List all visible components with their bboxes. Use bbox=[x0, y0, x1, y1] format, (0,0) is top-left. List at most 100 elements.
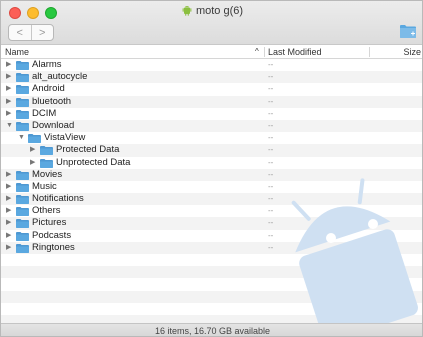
disclosure-closed-icon[interactable]: ▶ bbox=[6, 217, 11, 229]
last-modified-value: -- bbox=[268, 108, 274, 118]
file-name: Android bbox=[32, 83, 65, 95]
folder-icon bbox=[28, 134, 41, 144]
last-modified-column-header[interactable]: Last Modified bbox=[268, 47, 322, 57]
last-modified-value: -- bbox=[268, 157, 274, 167]
window-title: moto g(6) bbox=[195, 5, 244, 17]
folder-icon bbox=[16, 85, 29, 95]
new-folder-icon[interactable] bbox=[400, 24, 416, 38]
last-modified-value: -- bbox=[268, 194, 274, 204]
file-row[interactable]: ▶ Protected Data -- bbox=[1, 144, 422, 157]
empty-row bbox=[1, 290, 422, 303]
empty-row bbox=[1, 278, 422, 290]
column-divider bbox=[369, 47, 370, 57]
file-name: Others bbox=[32, 205, 61, 217]
last-modified-value: -- bbox=[268, 84, 274, 94]
file-row[interactable]: ▶ Android -- bbox=[1, 83, 422, 95]
folder-icon bbox=[16, 195, 29, 205]
file-row[interactable]: ▶ DCIM -- bbox=[1, 107, 422, 120]
folder-icon bbox=[16, 182, 29, 192]
file-name: Music bbox=[32, 180, 57, 192]
disclosure-closed-icon[interactable]: ▶ bbox=[6, 230, 11, 242]
disclosure-closed-icon[interactable]: ▶ bbox=[6, 181, 11, 193]
file-row[interactable]: ▶ Music -- bbox=[1, 180, 422, 193]
back-button[interactable]: < bbox=[9, 25, 31, 40]
folder-icon bbox=[16, 219, 29, 229]
file-row[interactable]: ▶ Ringtones -- bbox=[1, 241, 422, 254]
last-modified-value: -- bbox=[268, 145, 274, 155]
file-row[interactable]: ▶ Movies -- bbox=[1, 168, 422, 181]
window-title-group: moto g(6) bbox=[1, 5, 422, 19]
file-name: Notifications bbox=[32, 193, 84, 205]
file-list: ▶ Alarms -- ▶ alt_autocycle -- ▶ Android -- ▶ blue… bbox=[1, 59, 422, 328]
folder-icon bbox=[16, 61, 29, 70]
folder-icon bbox=[40, 158, 53, 168]
file-name: Ringtones bbox=[32, 241, 75, 253]
file-name: VistaView bbox=[44, 132, 86, 144]
last-modified-value: -- bbox=[268, 181, 274, 191]
disclosure-closed-icon[interactable]: ▶ bbox=[6, 242, 11, 254]
folder-icon bbox=[16, 243, 29, 253]
column-header: Name ^ Last Modified Size bbox=[1, 45, 422, 59]
last-modified-value: -- bbox=[268, 72, 274, 82]
sort-ascending-icon[interactable]: ^ bbox=[255, 47, 259, 56]
disclosure-closed-icon[interactable]: ▶ bbox=[30, 157, 35, 169]
file-name: Pictures bbox=[32, 217, 67, 229]
file-row[interactable]: ▶ Notifications -- bbox=[1, 193, 422, 206]
file-browser-window: moto g(6) < > Name ^ Last Modified Size … bbox=[0, 0, 423, 337]
disclosure-closed-icon[interactable]: ▶ bbox=[30, 144, 35, 156]
disclosure-closed-icon[interactable]: ▶ bbox=[6, 83, 11, 95]
android-icon bbox=[182, 5, 192, 19]
disclosure-closed-icon[interactable]: ▶ bbox=[6, 59, 11, 71]
file-name: Movies bbox=[32, 168, 63, 180]
last-modified-value: -- bbox=[268, 60, 274, 69]
forward-button[interactable]: > bbox=[30, 25, 54, 40]
last-modified-value: -- bbox=[268, 206, 274, 216]
file-name: alt_autocycle bbox=[32, 71, 88, 83]
folder-icon bbox=[16, 121, 29, 131]
folder-icon bbox=[16, 97, 29, 107]
disclosure-closed-icon[interactable]: ▶ bbox=[6, 71, 11, 83]
folder-icon bbox=[16, 73, 29, 83]
navigation-buttons: < > bbox=[8, 24, 54, 41]
size-column-header[interactable]: Size bbox=[403, 47, 421, 57]
folder-icon bbox=[40, 146, 53, 156]
last-modified-value: -- bbox=[268, 96, 274, 106]
file-row[interactable]: ▶ alt_autocycle -- bbox=[1, 71, 422, 84]
disclosure-closed-icon[interactable]: ▶ bbox=[6, 169, 11, 181]
file-name: Download bbox=[32, 119, 75, 131]
disclosure-closed-icon[interactable]: ▶ bbox=[6, 193, 11, 205]
file-name: Protected Data bbox=[56, 144, 120, 156]
last-modified-value: -- bbox=[268, 120, 274, 130]
folder-icon bbox=[16, 170, 29, 180]
file-row[interactable]: ▶ Others -- bbox=[1, 205, 422, 217]
disclosure-open-icon[interactable]: ▼ bbox=[18, 132, 25, 144]
disclosure-closed-icon[interactable]: ▶ bbox=[6, 108, 11, 120]
file-row[interactable]: ▼ Download -- bbox=[1, 119, 422, 133]
folder-icon bbox=[16, 207, 29, 217]
file-name: bluetooth bbox=[32, 95, 72, 107]
file-row[interactable]: ▶ Pictures -- bbox=[1, 217, 422, 230]
file-name: DCIM bbox=[32, 107, 57, 119]
file-name: Alarms bbox=[32, 59, 62, 70]
file-row[interactable]: ▶ Alarms -- bbox=[1, 59, 422, 71]
column-divider bbox=[264, 47, 265, 57]
file-row[interactable]: ▼ VistaView -- bbox=[1, 132, 422, 144]
disclosure-closed-icon[interactable]: ▶ bbox=[6, 96, 11, 108]
file-row[interactable]: ▶ Podcasts -- bbox=[1, 229, 422, 242]
title-bar: moto g(6) < > bbox=[1, 1, 422, 45]
folder-icon bbox=[16, 109, 29, 119]
empty-row bbox=[1, 254, 422, 266]
last-modified-value: -- bbox=[268, 242, 274, 252]
last-modified-value: -- bbox=[268, 230, 274, 240]
file-row[interactable]: ▶ Unprotected Data -- bbox=[1, 156, 422, 169]
file-name: Podcasts bbox=[32, 229, 72, 241]
file-name: Unprotected Data bbox=[56, 156, 131, 168]
name-column-header[interactable]: Name bbox=[5, 47, 29, 57]
file-row[interactable]: ▶ bluetooth -- bbox=[1, 95, 422, 108]
last-modified-value: -- bbox=[268, 133, 274, 143]
disclosure-closed-icon[interactable]: ▶ bbox=[6, 205, 11, 217]
folder-icon bbox=[16, 231, 29, 241]
status-bar: 16 items, 16.70 GB available bbox=[1, 323, 422, 336]
last-modified-value: -- bbox=[268, 218, 274, 228]
disclosure-open-icon[interactable]: ▼ bbox=[6, 120, 13, 132]
